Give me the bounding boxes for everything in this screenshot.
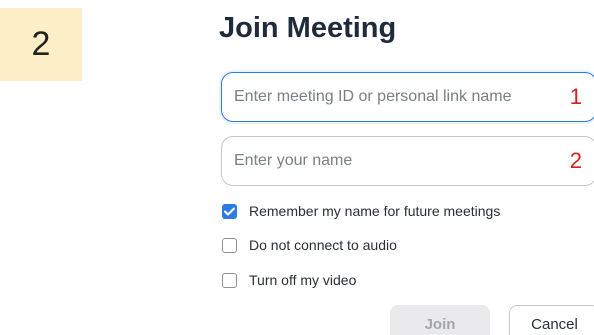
cancel-button[interactable]: Cancel (509, 305, 594, 335)
no-audio-label: Do not connect to audio (249, 237, 397, 253)
meeting-id-placeholder: Enter meeting ID or personal link name (234, 88, 512, 105)
checkmark-icon (224, 207, 235, 215)
annotation-marker-2: 2 (569, 148, 582, 173)
no-audio-checkbox[interactable] (222, 237, 237, 253)
annotation-marker-1: 1 (569, 84, 582, 109)
video-off-label: Turn off my video (249, 272, 357, 288)
no-audio-option[interactable]: Do not connect to audio (222, 237, 397, 253)
step-badge: 2 (0, 8, 82, 81)
meeting-id-input[interactable]: Enter meeting ID or personal link name 1 (221, 72, 594, 122)
video-off-option[interactable]: Turn off my video (222, 272, 356, 288)
name-input[interactable]: Enter your name 2 (221, 136, 594, 186)
join-meeting-screen: 2 Join Meeting Enter meeting ID or perso… (0, 0, 594, 335)
join-button[interactable]: Join (390, 305, 490, 335)
remember-name-option[interactable]: Remember my name for future meetings (222, 203, 500, 219)
remember-name-label: Remember my name for future meetings (249, 203, 501, 219)
video-off-checkbox[interactable] (222, 272, 237, 288)
name-placeholder: Enter your name (234, 152, 353, 169)
remember-name-checkbox[interactable] (222, 203, 237, 219)
page-title: Join Meeting (219, 12, 397, 44)
